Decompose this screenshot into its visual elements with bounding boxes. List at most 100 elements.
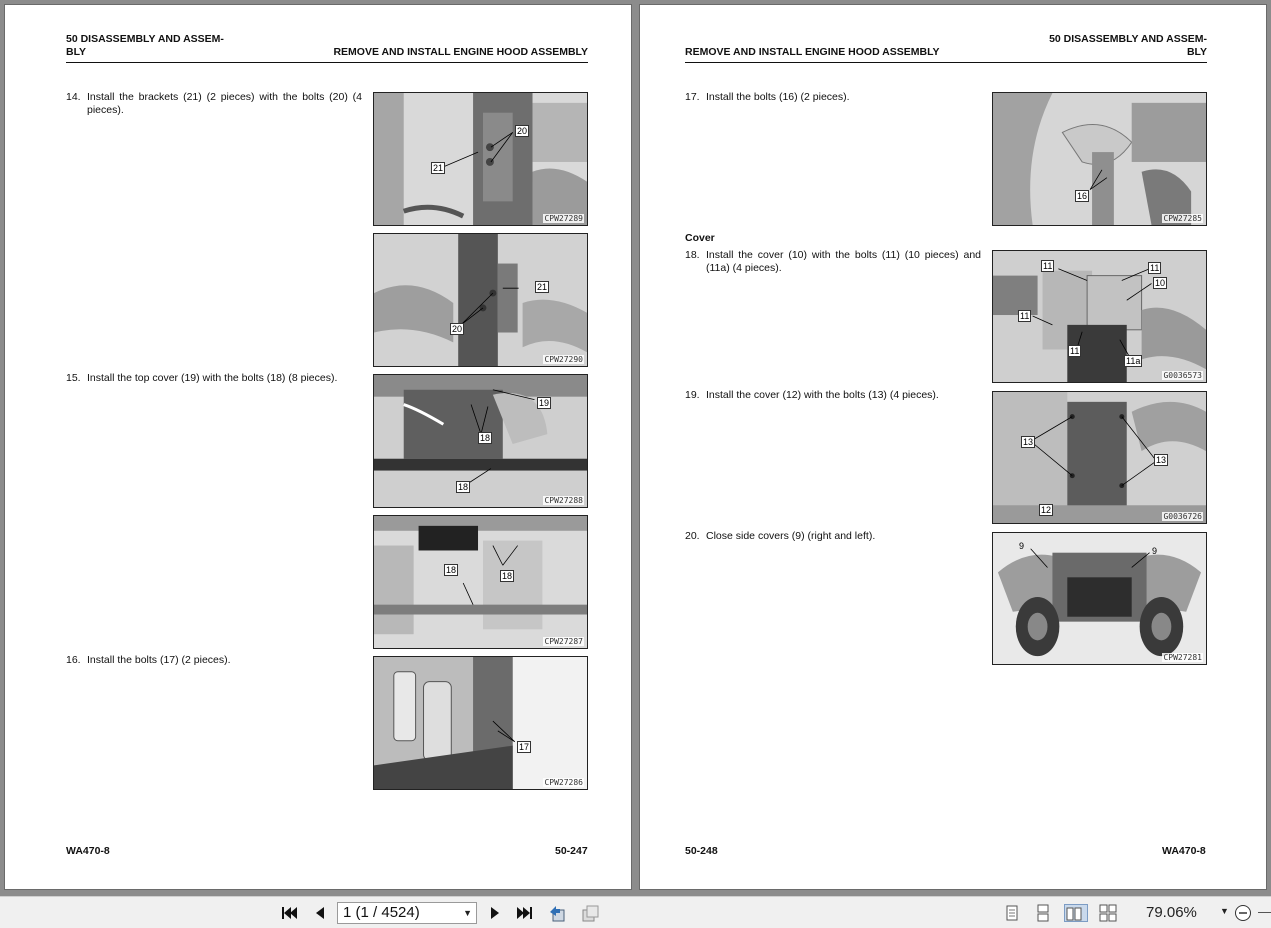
page-header: 50 DISASSEMBLY AND ASSEM- BLY REMOVE AND… [685,31,1207,63]
callout-label: 12 [1039,504,1054,516]
callout-label: 18 [500,570,515,582]
zoom-out-icon[interactable] [1234,904,1252,922]
footer-page-number: 50-247 [555,845,588,857]
step-text: Close side covers (9) (right and left). [706,530,876,542]
viewer-toolbar: 1 (1 / 4524) ▼ 79.06% ▼ [0,896,1271,928]
header-section: 50 DISASSEMBLY AND ASSEM- BLY [1049,33,1207,58]
go-back-view-icon[interactable] [548,904,566,922]
callout-label: 21 [431,162,446,174]
figure-top-cover-bolts: 18 18 CPW27287 [373,515,588,649]
figure-top-cover: 19 18 18 CPW27288 [373,374,588,508]
engine-bracket-illustration [374,93,587,225]
callout-label: 11 [1068,345,1082,357]
step-20: 20. Close side covers (9) (right and lef… [685,530,981,543]
callout-label: 13 [1021,436,1036,448]
figure-code: CPW27289 [543,214,584,223]
wheel-loader-illustration [993,533,1206,664]
step-18: 18. Install the cover (10) with the bolt… [685,249,981,275]
figure-brackets-bolts: 20 21 CPW27289 [373,92,588,226]
callout-label: 18 [456,481,471,493]
callout-label: 17 [517,741,532,753]
callout-label: 9 [1019,541,1025,551]
callout-label: 13 [1154,454,1169,466]
figure-cover-12: 13 13 12 G0036726 [992,391,1207,524]
figure-code: CPW27287 [543,637,584,646]
callout-label: 21 [535,281,550,293]
step-text: Install the top cover (19) with the bolt… [87,372,338,384]
header-title: REMOVE AND INSTALL ENGINE HOOD ASSEMBLY [333,46,588,58]
page-indicator: 1 (1 / 4524) [343,904,420,921]
step-16: 16. Install the bolts (17) (2 pieces). [66,654,362,667]
figure-code: CPW27281 [1162,653,1203,662]
header-section: 50 DISASSEMBLY AND ASSEM- BLY [66,33,224,58]
step-number: 18. [685,249,700,261]
document-viewport[interactable]: 50 DISASSEMBLY AND ASSEM- BLY REMOVE AND… [0,0,1271,896]
figure-cover-10: 11 11 10 11 11 11a G0036573 [992,250,1207,383]
step-text: Install the bolts (17) (2 pieces). [87,654,231,666]
footer-model: WA470-8 [1162,845,1206,857]
step-17: 17. Install the bolts (16) (2 pieces). [685,91,981,104]
step-14: 14. Install the brackets (21) (2 pieces)… [66,91,362,117]
step-number: 17. [685,91,700,103]
step-number: 20. [685,530,700,542]
engine-bracket-illustration [374,234,587,366]
continuous-facing-view-icon[interactable] [1099,904,1117,922]
single-page-view-icon[interactable] [1003,904,1021,922]
callout-label: 10 [1153,277,1168,289]
figure-bolts-16: 16 CPW27285 [992,92,1207,226]
step-text: Install the cover (10) with the bolts (1… [706,249,981,274]
step-text: Install the bolts (16) (2 pieces). [706,91,850,103]
callout-label: 20 [515,125,530,137]
engine-pipe-illustration [993,93,1206,225]
continuous-view-icon[interactable] [1034,904,1052,922]
zoom-level[interactable]: 79.06% [1146,904,1197,921]
filter-assembly-illustration [374,657,587,789]
figure-bolts-17: 17 CPW27286 [373,656,588,790]
figure-brackets-bolts-other-side: 21 20 CPW27290 [373,233,588,367]
step-number: 15. [66,372,81,384]
callout-label: 11 [1041,260,1055,272]
footer-model: WA470-8 [66,845,110,857]
first-page-icon[interactable] [280,904,298,922]
step-15: 15. Install the top cover (19) with the … [66,372,362,385]
last-page-icon[interactable] [516,904,534,922]
step-text: Install the cover (12) with the bolts (1… [706,389,939,401]
figure-code: G0036726 [1162,512,1203,521]
step-number: 16. [66,654,81,666]
step-text: Install the brackets (21) (2 pieces) wit… [87,91,362,116]
callout-label: 11a [1124,355,1143,367]
step-number: 19. [685,389,700,401]
callout-label: 18 [444,564,459,576]
header-title: REMOVE AND INSTALL ENGINE HOOD ASSEMBLY [685,46,940,58]
top-cover-illustration [374,516,587,648]
figure-code: G0036573 [1162,371,1203,380]
callout-label: 18 [478,432,493,444]
figure-code: CPW27290 [543,355,584,364]
callout-label: 11 [1148,262,1162,274]
subheading-cover: Cover [685,232,715,244]
figure-code: CPW27288 [543,496,584,505]
dropdown-arrow-icon: ▼ [463,908,472,918]
page-header: 50 DISASSEMBLY AND ASSEM- BLY REMOVE AND… [66,31,588,63]
zoom-slider-track[interactable] [1258,912,1271,913]
left-page: 50 DISASSEMBLY AND ASSEM- BLY REMOVE AND… [4,4,632,890]
figure-code: CPW27285 [1162,214,1203,223]
callout-label: 16 [1075,190,1090,202]
callout-label: 9 [1152,546,1158,556]
prev-page-icon[interactable] [311,904,329,922]
right-page: 50 DISASSEMBLY AND ASSEM- BLY REMOVE AND… [639,4,1267,890]
callout-label: 19 [537,397,552,409]
figure-side-covers: 9 9 CPW27281 [992,532,1207,665]
facing-view-icon[interactable] [1064,904,1088,922]
step-number: 14. [66,91,81,103]
footer-page-number: 50-248 [685,845,718,857]
callout-label: 20 [450,323,465,335]
next-page-icon[interactable] [486,904,504,922]
page-number-select[interactable]: 1 (1 / 4524) ▼ [337,902,477,924]
cover-illustration [993,392,1206,523]
go-forward-view-icon[interactable] [581,904,599,922]
step-19: 19. Install the cover (12) with the bolt… [685,389,981,402]
figure-code: CPW27286 [543,778,584,787]
zoom-dropdown-icon[interactable]: ▼ [1220,906,1229,916]
callout-label: 11 [1018,310,1032,322]
